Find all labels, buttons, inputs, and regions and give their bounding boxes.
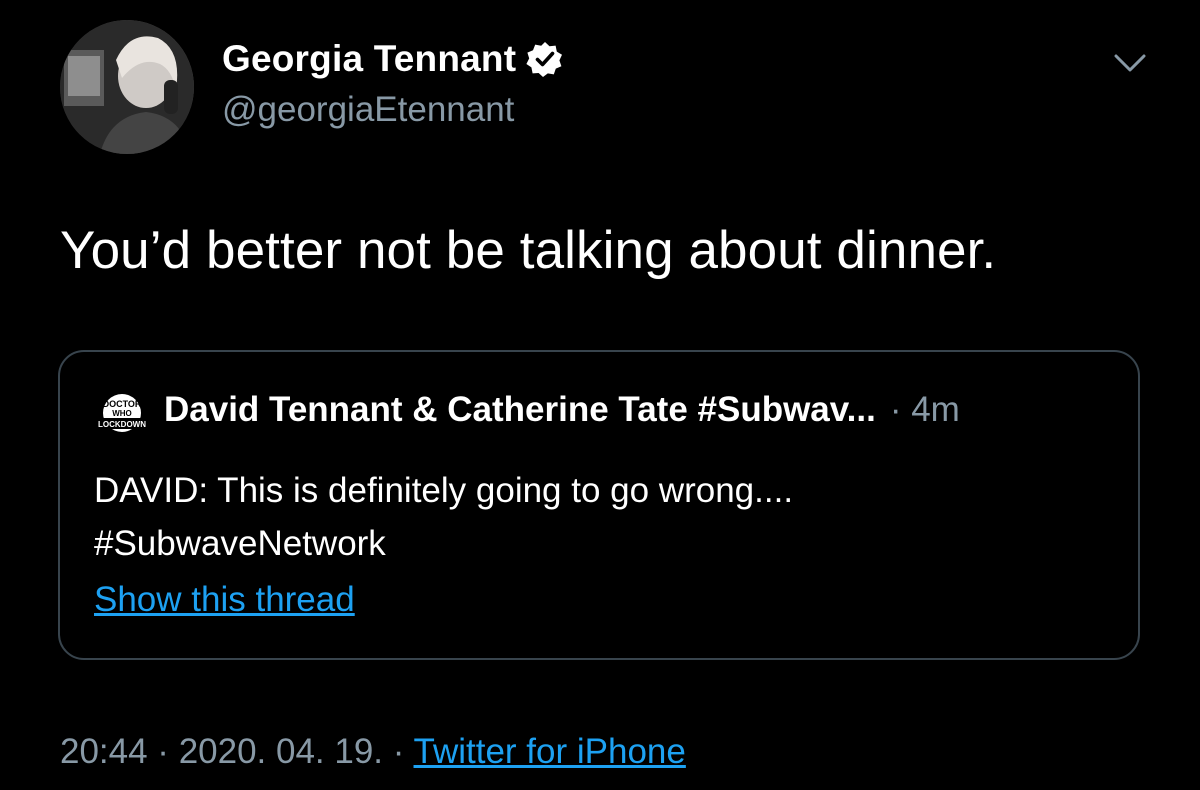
author-handle[interactable]: @georgiaEtennant (222, 90, 514, 130)
show-thread-link[interactable]: Show this thread (94, 580, 355, 620)
avatar-photo (60, 20, 194, 154)
author-display-name[interactable]: Georgia Tennant (222, 38, 516, 80)
tweet-metadata: 20:44 · 2020. 04. 19. · Twitter for iPho… (60, 732, 686, 772)
quoted-tweet-card[interactable]: DOCTOR WHO LOCKDOWN David Tennant & Cath… (58, 350, 1140, 660)
quoted-tweet-hashtag[interactable]: #SubwaveNetwork (94, 517, 793, 570)
quoted-tweet-text: DAVID: This is definitely going to go wr… (94, 464, 793, 570)
tweet-source-link[interactable]: Twitter for iPhone (414, 732, 686, 771)
chevron-down-icon[interactable] (1110, 48, 1150, 78)
quoted-avatar-logo-line-3: LOCKDOWN (98, 420, 146, 429)
quoted-tweet-line: DAVID: This is definitely going to go wr… (94, 471, 794, 510)
quoted-avatar-logo-line-2: WHO (112, 409, 132, 418)
quoted-author-avatar: DOCTOR WHO LOCKDOWN (94, 393, 150, 433)
verified-badge-icon (526, 40, 564, 78)
quoted-tweet-header: David Tennant & Catherine Tate #Subwav..… (164, 390, 960, 430)
author-name-row: Georgia Tennant (222, 38, 564, 80)
tweet-text: You’d better not be talking about dinner… (60, 221, 997, 280)
quoted-tweet-time: · 4m (889, 390, 960, 429)
quoted-avatar-logo-line-1: DOCTOR (103, 399, 142, 409)
quoted-author-name: David Tennant & Catherine Tate #Subwav..… (164, 390, 876, 429)
author-avatar[interactable] (60, 20, 194, 154)
tweet-timestamp[interactable]: 20:44 · 2020. 04. 19. · (60, 732, 404, 771)
